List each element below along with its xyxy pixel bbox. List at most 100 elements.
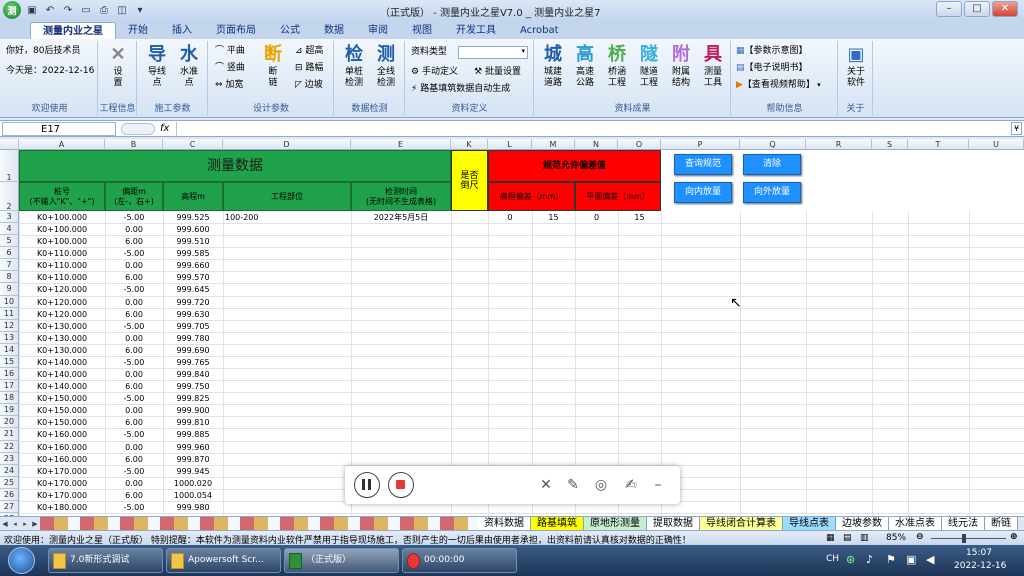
table-cell[interactable]: 6.00 bbox=[105, 309, 163, 320]
survey-tools-button[interactable]: 具测量 工具 bbox=[697, 43, 729, 89]
tab-acrobat[interactable]: Acrobat bbox=[508, 22, 571, 39]
annotate-icon[interactable]: ✍ bbox=[622, 477, 640, 493]
table-cell[interactable]: 999.660 bbox=[163, 260, 223, 271]
clock-time[interactable]: 15:07 bbox=[966, 548, 992, 558]
table-cell[interactable]: -5.00 bbox=[105, 393, 163, 404]
fx-icon[interactable]: fx bbox=[160, 123, 169, 134]
table-cell[interactable]: 999.840 bbox=[163, 369, 223, 380]
row-header[interactable]: 25 bbox=[0, 476, 19, 489]
app-logo-icon[interactable]: 测 bbox=[3, 1, 21, 19]
microphone-icon[interactable]: ✎ bbox=[564, 477, 582, 493]
table-cell[interactable]: 999.765 bbox=[163, 357, 223, 368]
table-cell[interactable]: K0+110.000 bbox=[19, 260, 105, 271]
save-icon[interactable]: ▣ bbox=[25, 3, 39, 17]
column-header-u[interactable]: U bbox=[969, 139, 1024, 150]
table-cell[interactable]: 6.00 bbox=[105, 454, 163, 465]
table-cell[interactable]: K0+180.000 bbox=[19, 502, 105, 513]
column-header-n[interactable]: N bbox=[575, 139, 618, 150]
column-header-c[interactable]: C bbox=[163, 139, 223, 150]
table-cell[interactable]: 999.780 bbox=[163, 333, 223, 344]
table-cell[interactable]: 0.00 bbox=[105, 442, 163, 453]
row-header[interactable]: 8 bbox=[0, 271, 19, 284]
name-box[interactable]: E17 bbox=[2, 122, 116, 136]
outward-offset-button[interactable]: 向外放量 bbox=[743, 182, 801, 203]
table-cell[interactable]: 6.00 bbox=[105, 236, 163, 247]
table-cell[interactable]: K0+130.000 bbox=[19, 345, 105, 356]
close-button[interactable]: ✕ bbox=[992, 1, 1018, 17]
customize-icon[interactable]: ▾ bbox=[133, 3, 147, 17]
row-header-2[interactable]: 2 bbox=[0, 182, 19, 211]
tab-view[interactable]: 视图 bbox=[400, 22, 444, 39]
table-cell[interactable]: 1000.020 bbox=[163, 478, 223, 489]
table-cell[interactable]: 0.00 bbox=[105, 405, 163, 416]
table-cell[interactable]: 6.00 bbox=[105, 417, 163, 428]
row-header[interactable]: 14 bbox=[0, 343, 19, 356]
spreadsheet-grid[interactable]: A B C D E K L M N O P Q R S T U 1 2 测量数据… bbox=[0, 139, 1024, 516]
table-cell[interactable]: K0+140.000 bbox=[19, 381, 105, 392]
row-header[interactable]: 4 bbox=[0, 223, 19, 236]
project-part-cell[interactable]: 100-200 bbox=[223, 212, 258, 223]
column-header-p[interactable]: P bbox=[661, 139, 740, 150]
table-cell[interactable]: K0+130.000 bbox=[19, 333, 105, 344]
table-cell[interactable]: 999.510 bbox=[163, 236, 223, 247]
page-layout-icon[interactable]: ▤ bbox=[843, 533, 852, 543]
next-sheet-icon[interactable]: ▸ bbox=[20, 520, 30, 528]
folder-icon[interactable]: ▭ bbox=[79, 3, 93, 17]
column-header-m[interactable]: M bbox=[532, 139, 575, 150]
volume-icon[interactable]: ◀ bbox=[926, 553, 934, 566]
table-cell[interactable]: 6.00 bbox=[105, 345, 163, 356]
table-cell[interactable]: 1000.054 bbox=[163, 490, 223, 501]
table-cell[interactable]: 0.00 bbox=[105, 297, 163, 308]
tolerance-cell[interactable]: 15 bbox=[532, 212, 575, 223]
row-header[interactable]: 18 bbox=[0, 392, 19, 405]
table-cell[interactable]: -5.00 bbox=[105, 212, 163, 223]
tab-home[interactable]: 开始 bbox=[116, 22, 160, 39]
zoom-slider-thumb[interactable] bbox=[962, 534, 966, 543]
table-cell[interactable]: K0+160.000 bbox=[19, 454, 105, 465]
row-header[interactable]: 21 bbox=[0, 428, 19, 441]
auxiliary-structure-button[interactable]: 附附属 结构 bbox=[665, 43, 697, 89]
table-cell[interactable]: 999.960 bbox=[163, 442, 223, 453]
table-cell[interactable]: -5.00 bbox=[105, 248, 163, 259]
row-header[interactable]: 15 bbox=[0, 355, 19, 369]
column-header-t[interactable]: T bbox=[908, 139, 969, 150]
zoom-level[interactable]: 85% bbox=[886, 533, 906, 543]
widening-button[interactable]: ⇔ 加宽 bbox=[215, 79, 243, 91]
table-cell[interactable]: 999.570 bbox=[163, 272, 223, 283]
table-cell[interactable]: 0.00 bbox=[105, 333, 163, 344]
tab-data[interactable]: 数据 bbox=[312, 22, 356, 39]
table-cell[interactable]: 999.690 bbox=[163, 345, 223, 356]
zoom-out-icon[interactable]: ⊖ bbox=[916, 532, 924, 542]
row-header[interactable]: 16 bbox=[0, 368, 19, 381]
table-cell[interactable]: -5.00 bbox=[105, 429, 163, 440]
sheet-tab[interactable]: 边坡参数 bbox=[836, 517, 889, 530]
table-cell[interactable]: 0.00 bbox=[105, 224, 163, 235]
table-cell[interactable]: 999.585 bbox=[163, 248, 223, 259]
table-cell[interactable]: K0+120.000 bbox=[19, 297, 105, 308]
table-cell[interactable]: K0+150.000 bbox=[19, 417, 105, 428]
traverse-point-button[interactable]: 导导线 点 bbox=[141, 43, 173, 89]
tab-formulas[interactable]: 公式 bbox=[268, 22, 312, 39]
sheet-tab[interactable]: 路基填筑 bbox=[531, 517, 584, 530]
full-line-check-button[interactable]: 测全线 检测 bbox=[370, 43, 402, 89]
sheet-tab[interactable]: 导线闭合计算表 bbox=[700, 517, 783, 530]
row-header[interactable]: 26 bbox=[0, 488, 19, 501]
task-recorder[interactable]: 00:00:00 bbox=[402, 548, 517, 573]
column-header-o[interactable]: O bbox=[618, 139, 661, 150]
tray-icon[interactable]: ♪ bbox=[866, 553, 873, 566]
table-cell[interactable]: K0+160.000 bbox=[19, 442, 105, 453]
tunnel-button[interactable]: 隧隧道 工程 bbox=[633, 43, 665, 89]
table-cell[interactable]: K0+170.000 bbox=[19, 466, 105, 477]
table-cell[interactable]: -5.00 bbox=[105, 284, 163, 295]
tab-insert[interactable]: 插入 bbox=[160, 22, 204, 39]
task-apowersoft[interactable]: Apowersoft Scr... bbox=[166, 548, 281, 573]
row-header[interactable]: 10 bbox=[0, 295, 19, 308]
task-folder[interactable]: 7.0新形式调试 bbox=[48, 548, 163, 573]
table-cell[interactable]: 6.00 bbox=[105, 490, 163, 501]
row-header[interactable]: 19 bbox=[0, 404, 19, 417]
benchmark-button[interactable]: 水水准 点 bbox=[173, 43, 205, 89]
table-cell[interactable]: K0+130.000 bbox=[19, 321, 105, 332]
clock-date[interactable]: 2022-12-16 bbox=[954, 561, 1006, 571]
bridge-button[interactable]: 桥桥涵 工程 bbox=[601, 43, 633, 89]
row-header[interactable]: 24 bbox=[0, 464, 19, 477]
